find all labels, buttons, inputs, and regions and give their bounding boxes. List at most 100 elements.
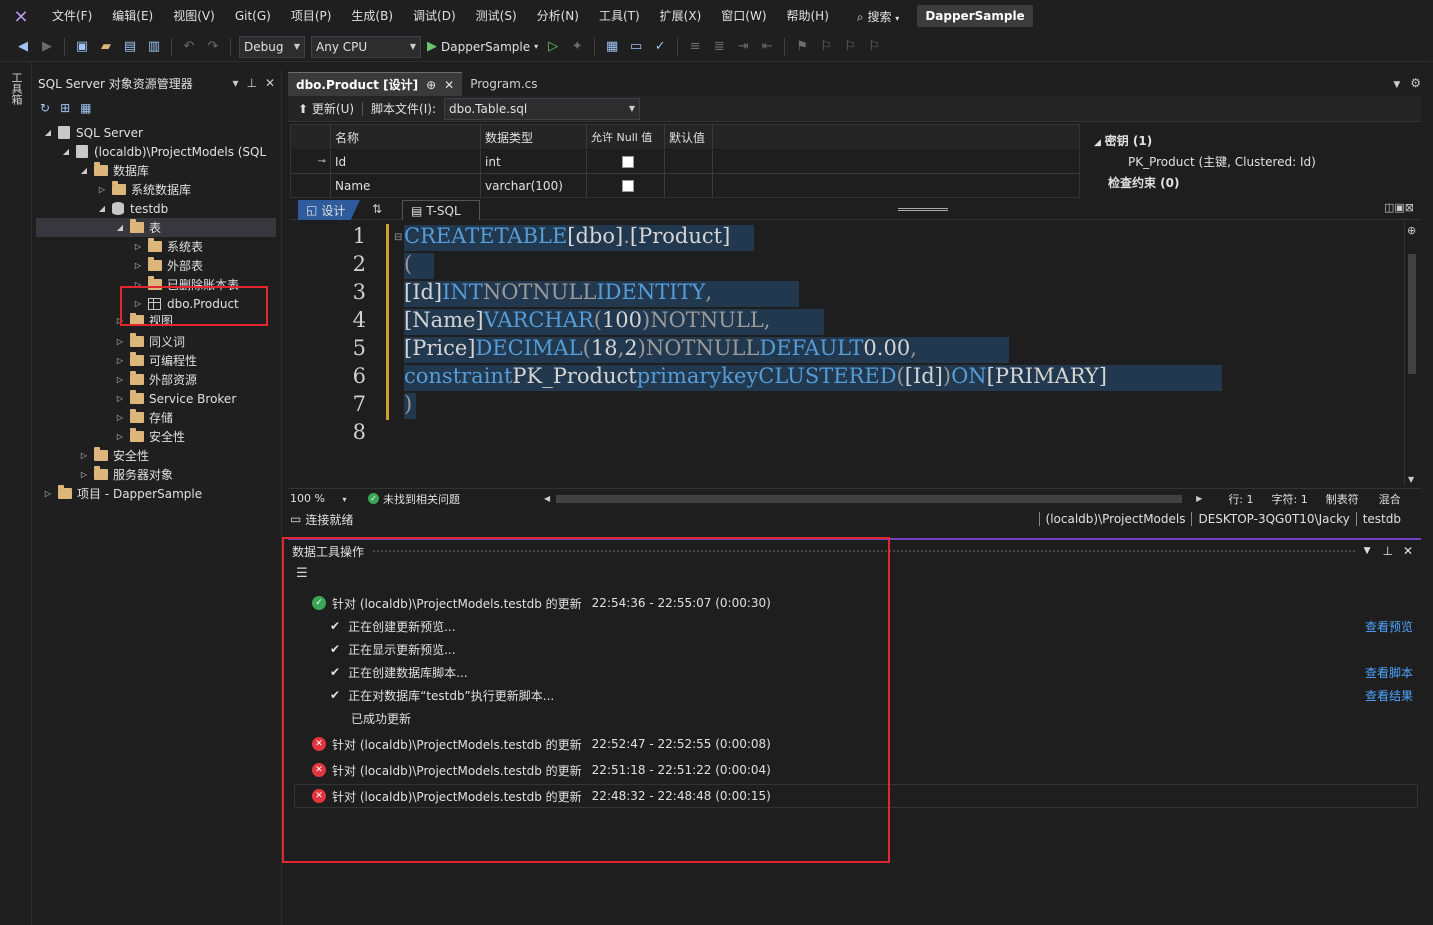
clear-bookmarks-icon[interactable]: ⚐ (865, 38, 883, 56)
tree-node-programmability[interactable]: ▷ 可编程性 (114, 351, 197, 370)
zoom-select[interactable]: 100 % ▾ (290, 492, 350, 505)
back-icon[interactable]: ◀ (14, 38, 32, 56)
menu-test[interactable]: 测试(S) (466, 0, 527, 32)
tree-node-sql-server[interactable]: ◢ SQL Server (42, 123, 143, 142)
tree-node-databases[interactable]: ◢ 数据库 (78, 161, 149, 180)
cell-default[interactable] (665, 149, 713, 174)
expanded-icon[interactable]: ◢ (96, 204, 108, 213)
menu-window[interactable]: 窗口(W) (711, 0, 776, 32)
expanded-icon[interactable]: ◢ (60, 147, 72, 156)
group-icon[interactable]: ▦ (80, 101, 91, 115)
nullable-checkbox[interactable] (621, 155, 634, 168)
hot-reload-icon[interactable]: ✦ (568, 38, 586, 56)
tree-node-external-resources[interactable]: ▷ 外部资源 (114, 370, 197, 389)
tree-node-system-tables[interactable]: ▷ 系统表 (132, 237, 203, 256)
menu-git[interactable]: Git(G) (225, 0, 281, 32)
scroll-left-icon[interactable]: ◀ (544, 494, 550, 503)
scroll-down-icon[interactable]: ▼ (1408, 475, 1414, 484)
menu-help[interactable]: 帮助(H) (777, 0, 839, 32)
next-bookmark-icon[interactable]: ⚐ (841, 38, 859, 56)
collapsed-icon[interactable]: ▷ (114, 356, 126, 365)
cell-type[interactable]: int (481, 149, 587, 174)
pin-icon[interactable]: ⊥ (246, 76, 256, 90)
menu-tools[interactable]: 工具(T) (589, 0, 650, 32)
tree-node-service-broker[interactable]: ▷ Service Broker (114, 389, 236, 408)
scrollbar-thumb[interactable] (1408, 254, 1416, 374)
menu-debug[interactable]: 调试(D) (403, 0, 466, 32)
start-without-debug-icon[interactable]: ▷ (544, 38, 562, 56)
splitter-grip[interactable] (898, 208, 948, 211)
tree-node-db-security[interactable]: ▷ 安全性 (114, 427, 185, 446)
tab-list-dropdown-icon[interactable]: ▼ (1393, 80, 1400, 90)
issues-indicator[interactable]: ✓ 未找到相关问题 (368, 491, 460, 507)
col-header-type[interactable]: 数据类型 (481, 125, 587, 149)
menu-project[interactable]: 项目(P) (281, 0, 342, 32)
menu-file[interactable]: 文件(F) (42, 0, 102, 32)
collapsed-icon[interactable]: ▷ (114, 413, 126, 422)
tree-node-testdb[interactable]: ◢ testdb (96, 199, 168, 218)
tree-node-server-objects[interactable]: ▷ 服务器对象 (78, 465, 173, 484)
keys-group[interactable]: ◢ 密钥 (1) (1094, 132, 1152, 149)
menu-edit[interactable]: 编辑(E) (102, 0, 163, 32)
collapsed-icon[interactable]: ▷ (114, 432, 126, 441)
check-constraints-group[interactable]: 检查约束 (0) (1108, 174, 1180, 191)
script-file-select[interactable]: dbo.Table.sql ▼ (444, 97, 640, 120)
search-box[interactable]: ⌕ 搜索 ▾ (849, 8, 907, 25)
prev-bookmark-icon[interactable]: ⚐ (817, 38, 835, 56)
expanded-icon[interactable]: ◢ (114, 223, 126, 232)
expanded-icon[interactable]: ◢ (78, 166, 90, 175)
collapsed-icon[interactable]: ▷ (132, 242, 144, 251)
spell-check-icon[interactable]: ✓ (651, 38, 669, 56)
tab-dbo-product-design[interactable]: dbo.Product [设计] ⊕ ✕ (288, 72, 463, 96)
code-vertical-scrollbar[interactable]: ⊕ ▼ (1404, 222, 1418, 486)
toolbox-side-tab[interactable]: 工具箱 (0, 62, 32, 925)
col-header-default[interactable]: 默认值 (665, 125, 713, 149)
collapsed-icon[interactable]: ▷ (114, 375, 126, 384)
tsql-code-editor[interactable]: 1 2 3 4 5 6 7 8 ⊟ CREATE TABLE [dbo]. [Pr… (290, 220, 1420, 488)
split-editor-icon[interactable]: ⊕ (1407, 224, 1416, 237)
row-selector[interactable] (291, 174, 331, 198)
nullable-checkbox[interactable] (621, 180, 634, 192)
collapsed-icon[interactable]: ▷ (114, 337, 126, 346)
scroll-right-icon[interactable]: ▶ (1196, 494, 1202, 503)
expanded-icon[interactable]: ◢ (42, 128, 54, 137)
pane-layout-icons[interactable]: ◫▣⊠ (1384, 201, 1414, 214)
open-folder-icon[interactable]: ▰ (97, 38, 115, 56)
browse-icon[interactable]: ▦ (603, 38, 621, 56)
horizontal-scrollbar[interactable] (556, 494, 1183, 503)
tab-design[interactable]: ◱ 设计 (298, 200, 360, 220)
table-row[interactable]: Name varchar(100) (291, 174, 1079, 198)
start-debug-button[interactable]: ▶ DapperSample ▾ (427, 39, 538, 54)
menu-view[interactable]: 视图(V) (163, 0, 225, 32)
uncomment-icon[interactable]: ≣ (710, 38, 728, 56)
tree-node-external-tables[interactable]: ▷ 外部表 (132, 256, 203, 275)
add-server-icon[interactable]: ⊞ (60, 101, 70, 115)
new-project-icon[interactable]: ▣ (73, 38, 91, 56)
key-item-pk-product[interactable]: PK_Product (主键, Clustered: Id) (1128, 153, 1316, 170)
col-header-nullable[interactable]: 允许 Null 值 (587, 125, 665, 149)
menu-build[interactable]: 生成(B) (341, 0, 403, 32)
collapsed-icon[interactable]: ▷ (96, 185, 108, 194)
tree-node-tables[interactable]: ◢ 表 (36, 218, 276, 237)
expanded-icon[interactable]: ◢ (1094, 138, 1101, 148)
forward-icon[interactable]: ▶ (38, 38, 56, 56)
tree-node-localdb[interactable]: ◢ (localdb)\ProjectModels (SQL (60, 142, 266, 161)
collapsed-icon[interactable]: ▷ (132, 261, 144, 270)
close-icon[interactable]: ✕ (265, 76, 275, 90)
table-row[interactable]: ⊸ Id int (291, 149, 1079, 174)
cell-name[interactable]: Name (331, 174, 481, 198)
settings-gear-icon[interactable]: ⚙ (1410, 76, 1421, 90)
collapsed-icon[interactable]: ▷ (78, 451, 90, 460)
collapsed-icon[interactable]: ▷ (114, 394, 126, 403)
tab-program-cs[interactable]: Program.cs (462, 72, 545, 96)
menu-analyze[interactable]: 分析(N) (527, 0, 589, 32)
save-all-icon[interactable]: ▥ (145, 38, 163, 56)
menu-extensions[interactable]: 扩展(X) (650, 0, 712, 32)
pin-icon[interactable]: ⊥ (1382, 544, 1392, 558)
cell-type[interactable]: varchar(100) (481, 174, 587, 198)
collapse-region-icon[interactable]: ⊟ (394, 232, 402, 243)
close-tab-icon[interactable]: ✕ (444, 78, 454, 92)
tree-node-security[interactable]: ▷ 安全性 (78, 446, 149, 465)
indent-icon[interactable]: ⇥ (734, 38, 752, 56)
tree-node-system-databases[interactable]: ▷ 系统数据库 (96, 180, 191, 199)
